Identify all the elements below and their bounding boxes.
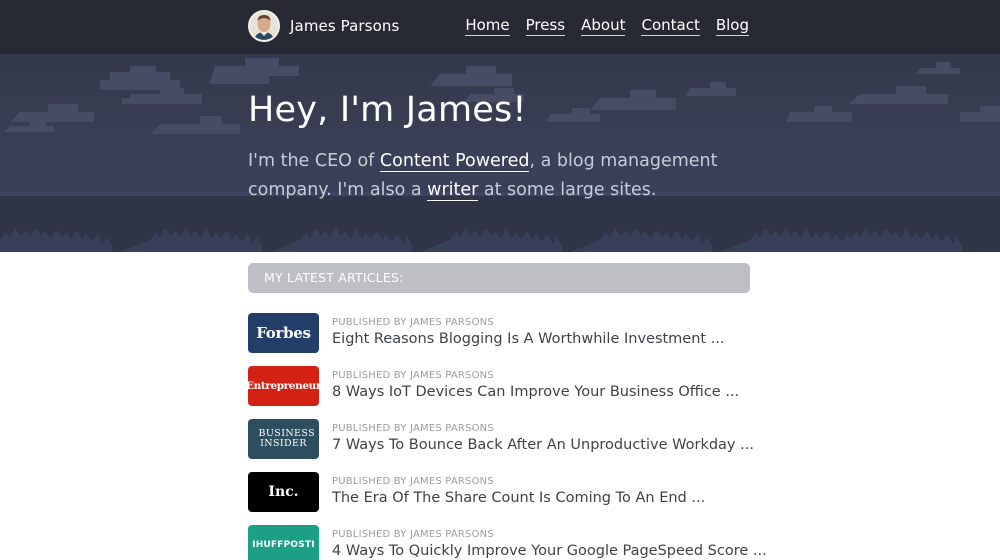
- nav-link-home[interactable]: Home: [465, 16, 510, 36]
- nav-link-contact[interactable]: Contact: [641, 16, 700, 36]
- writer-link[interactable]: writer: [427, 180, 479, 201]
- entrepreneur-logo-icon: Entrepreneur: [246, 366, 321, 406]
- hero-section: Hey, I'm James! I'm the CEO of Content P…: [0, 54, 1000, 252]
- nav-link-about[interactable]: About: [581, 16, 626, 36]
- hero-heading: Hey, I'm James!: [248, 90, 527, 130]
- article-meta: PUBLISHED BY JAMES PARSONS 4 Ways To Qui…: [332, 529, 767, 559]
- page: James Parsons Home Press About Contact B…: [0, 0, 1000, 560]
- entrepreneur-logo-text: Entrepreneur: [246, 380, 321, 392]
- article-byline: PUBLISHED BY JAMES PARSONS: [332, 423, 494, 434]
- article-title[interactable]: 4 Ways To Quickly Improve Your Google Pa…: [332, 543, 767, 559]
- article-byline: PUBLISHED BY JAMES PARSONS: [332, 370, 494, 381]
- business-insider-logo-icon: BUSINESS INSIDER: [248, 419, 319, 459]
- profile-photo-icon: [250, 12, 278, 40]
- forbes-logo-text: Forbes: [256, 324, 311, 342]
- article-meta: PUBLISHED BY JAMES PARSONS 7 Ways To Bou…: [332, 423, 754, 453]
- inc-logo-icon: Inc.: [248, 472, 319, 512]
- inc-logo-text: Inc.: [268, 484, 299, 500]
- article-meta: PUBLISHED BY JAMES PARSONS The Era Of Th…: [332, 476, 705, 506]
- forbes-logo-icon: Forbes: [248, 313, 319, 353]
- avatar: [248, 10, 280, 42]
- article-title[interactable]: The Era Of The Share Count Is Coming To …: [332, 490, 705, 506]
- article-item-business-insider[interactable]: BUSINESS INSIDER PUBLISHED BY JAMES PARS…: [248, 419, 754, 472]
- hero-intro: I'm the CEO of Content Powered, a blog m…: [248, 147, 748, 205]
- main-nav: Home Press About Contact Blog: [449, 16, 749, 36]
- article-title[interactable]: Eight Reasons Blogging Is A Worthwhile I…: [332, 331, 725, 347]
- article-byline: PUBLISHED BY JAMES PARSONS: [332, 317, 494, 328]
- article-byline: PUBLISHED BY JAMES PARSONS: [332, 476, 494, 487]
- huffpost-logo-icon: IHUFFPOSTI: [248, 525, 319, 560]
- site-owner-name: James Parsons: [290, 17, 400, 35]
- article-item-entrepreneur[interactable]: Entrepreneur PUBLISHED BY JAMES PARSONS …: [246, 366, 750, 419]
- hero-intro-text-3: at some large sites.: [478, 180, 657, 200]
- content-powered-link[interactable]: Content Powered: [379, 151, 530, 172]
- article-title[interactable]: 8 Ways IoT Devices Can Improve Your Busi…: [332, 384, 739, 400]
- nav-link-blog[interactable]: Blog: [715, 16, 749, 36]
- article-item-huffpost[interactable]: IHUFFPOSTI PUBLISHED BY JAMES PARSONS 4 …: [248, 525, 767, 560]
- nav-link-press[interactable]: Press: [525, 16, 566, 36]
- huffpost-logo-text: IHUFFPOSTI: [252, 540, 315, 550]
- top-navigation-bar: James Parsons Home Press About Contact B…: [0, 0, 1000, 54]
- article-list: Forbes PUBLISHED BY JAMES PARSONS Eight …: [246, 313, 767, 560]
- latest-articles-header: MY LATEST ARTICLES:: [248, 263, 750, 293]
- article-meta: PUBLISHED BY JAMES PARSONS 8 Ways IoT De…: [332, 370, 739, 400]
- article-byline: PUBLISHED BY JAMES PARSONS: [332, 529, 494, 540]
- hero-intro-text-1: I'm the CEO of: [248, 151, 380, 171]
- latest-articles-section: MY LATEST ARTICLES: Forbes PUBLISHED BY …: [246, 263, 767, 560]
- article-title[interactable]: 7 Ways To Bounce Back After An Unproduct…: [332, 437, 754, 453]
- article-meta: PUBLISHED BY JAMES PARSONS Eight Reasons…: [332, 317, 725, 347]
- brand[interactable]: James Parsons: [248, 10, 399, 42]
- business-insider-logo-text: BUSINESS INSIDER: [258, 428, 316, 449]
- article-item-inc[interactable]: Inc. PUBLISHED BY JAMES PARSONS The Era …: [248, 472, 750, 525]
- article-item-forbes[interactable]: Forbes PUBLISHED BY JAMES PARSONS Eight …: [248, 313, 750, 366]
